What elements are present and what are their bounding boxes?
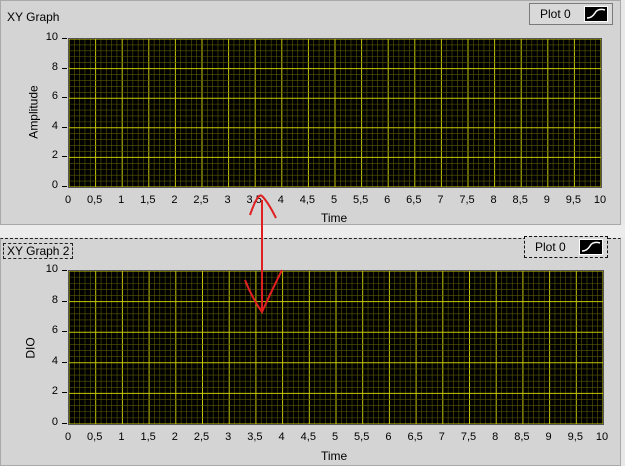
y-tick-label: 2 — [51, 385, 58, 398]
y-tick-label: 10 — [45, 31, 58, 43]
x-tick-label: 7,5 — [459, 194, 475, 206]
x-axis-label: Time — [321, 211, 348, 225]
x-tick-label: 9 — [543, 194, 550, 206]
y-tick-label: 6 — [51, 324, 58, 337]
x-tick-label: 7 — [437, 194, 444, 206]
y-tick-mark — [62, 300, 67, 302]
x-tick-label: 2 — [171, 194, 178, 206]
x-tick-label: 5 — [330, 194, 338, 206]
y-tick-mark — [62, 156, 67, 158]
x-tick-label: 7,5 — [460, 431, 477, 443]
y-tick-mark — [62, 423, 67, 424]
x-axis-label: Time — [321, 449, 348, 463]
x-tick-label: 7 — [438, 431, 445, 443]
y-tick-label: 2 — [51, 149, 58, 162]
x-tick-label: 0 — [64, 194, 72, 206]
plot-line-icon — [579, 239, 603, 255]
plot-area[interactable] — [68, 38, 602, 188]
y-tick-mark — [62, 126, 67, 128]
x-tick-label: 8,5 — [514, 431, 530, 443]
x-tick-label: 6,5 — [407, 431, 423, 443]
x-tick-label: 1,5 — [140, 431, 156, 443]
y-tick-label: 6 — [51, 90, 58, 103]
x-tick-label: 3,5 — [247, 431, 263, 443]
y-axis-label: DIO — [23, 337, 38, 359]
graph-title: XY Graph 2 — [3, 243, 74, 259]
y-tick-label: 0 — [51, 416, 58, 428]
y-axis-label: Amplitude — [26, 85, 41, 139]
y-tick-mark — [62, 392, 67, 394]
y-tick-label: 8 — [51, 293, 58, 306]
y-tick-label: 0 — [51, 179, 58, 191]
x-tick-label: 9,5 — [565, 194, 582, 206]
x-tick-label: 10 — [595, 431, 609, 443]
x-tick-label: 3 — [225, 431, 232, 443]
x-tick-label: 3,5 — [246, 194, 262, 206]
legend-label: Plot 0 — [540, 7, 571, 21]
x-tick-label: 9,5 — [567, 431, 583, 443]
x-tick-label: 4,5 — [300, 431, 316, 443]
y-tick-mark — [62, 38, 67, 39]
plot-legend[interactable]: Plot 0 — [524, 236, 608, 258]
xy-graph-panel[interactable]: XY Graph Plot 0 Time Amplitude 10 8 6 4 2 0 0 0… — [0, 0, 621, 225]
y-tick-mark — [62, 270, 67, 271]
x-tick-label: 9 — [545, 431, 552, 443]
x-tick-label: 4,5 — [299, 194, 316, 206]
y-tick-mark — [62, 186, 67, 187]
y-tick-label: 8 — [51, 60, 58, 73]
x-tick-label: 1 — [118, 194, 125, 206]
y-tick-mark — [62, 361, 67, 363]
x-tick-label: 8 — [492, 431, 499, 443]
x-tick-label: 10 — [593, 194, 607, 206]
legend-label: Plot 0 — [535, 240, 566, 254]
x-tick-label: 8,5 — [512, 194, 528, 206]
plot-legend[interactable]: Plot 0 — [529, 3, 613, 25]
x-tick-label: 0,5 — [86, 194, 103, 206]
x-tick-label: 5,5 — [354, 431, 370, 443]
x-tick-label: 8 — [490, 194, 497, 206]
x-tick-label: 3 — [224, 194, 231, 206]
xy-graph-2-panel[interactable]: XY Graph 2 Plot 0 Time DIO 10 8 6 4 2 0 0 0,5 1 1… — [0, 236, 621, 466]
y-tick-label: 4 — [51, 354, 58, 367]
y-tick-mark — [62, 331, 67, 333]
x-tick-label: 0 — [64, 431, 72, 443]
x-tick-label: 5 — [331, 431, 339, 443]
x-tick-label: 2 — [171, 431, 178, 443]
graph-title: XY Graph — [7, 10, 60, 24]
x-tick-label: 6 — [385, 431, 392, 443]
x-tick-label: 2,5 — [193, 431, 210, 443]
x-tick-label: 1 — [118, 431, 125, 443]
x-tick-label: 1,5 — [140, 194, 156, 206]
x-tick-label: 5,5 — [352, 194, 369, 206]
y-tick-label: 10 — [45, 263, 58, 275]
x-tick-label: 0,5 — [87, 431, 103, 443]
x-tick-label: 6,5 — [406, 194, 422, 206]
y-tick-mark — [62, 97, 67, 99]
y-tick-mark — [62, 67, 67, 69]
x-tick-label: 4 — [277, 194, 284, 206]
plot-area[interactable] — [68, 270, 604, 425]
y-tick-label: 4 — [51, 119, 58, 132]
x-tick-label: 2,5 — [193, 194, 209, 206]
x-tick-label: 6 — [384, 194, 391, 206]
x-tick-label: 4 — [278, 431, 285, 443]
plot-line-icon — [584, 6, 608, 22]
